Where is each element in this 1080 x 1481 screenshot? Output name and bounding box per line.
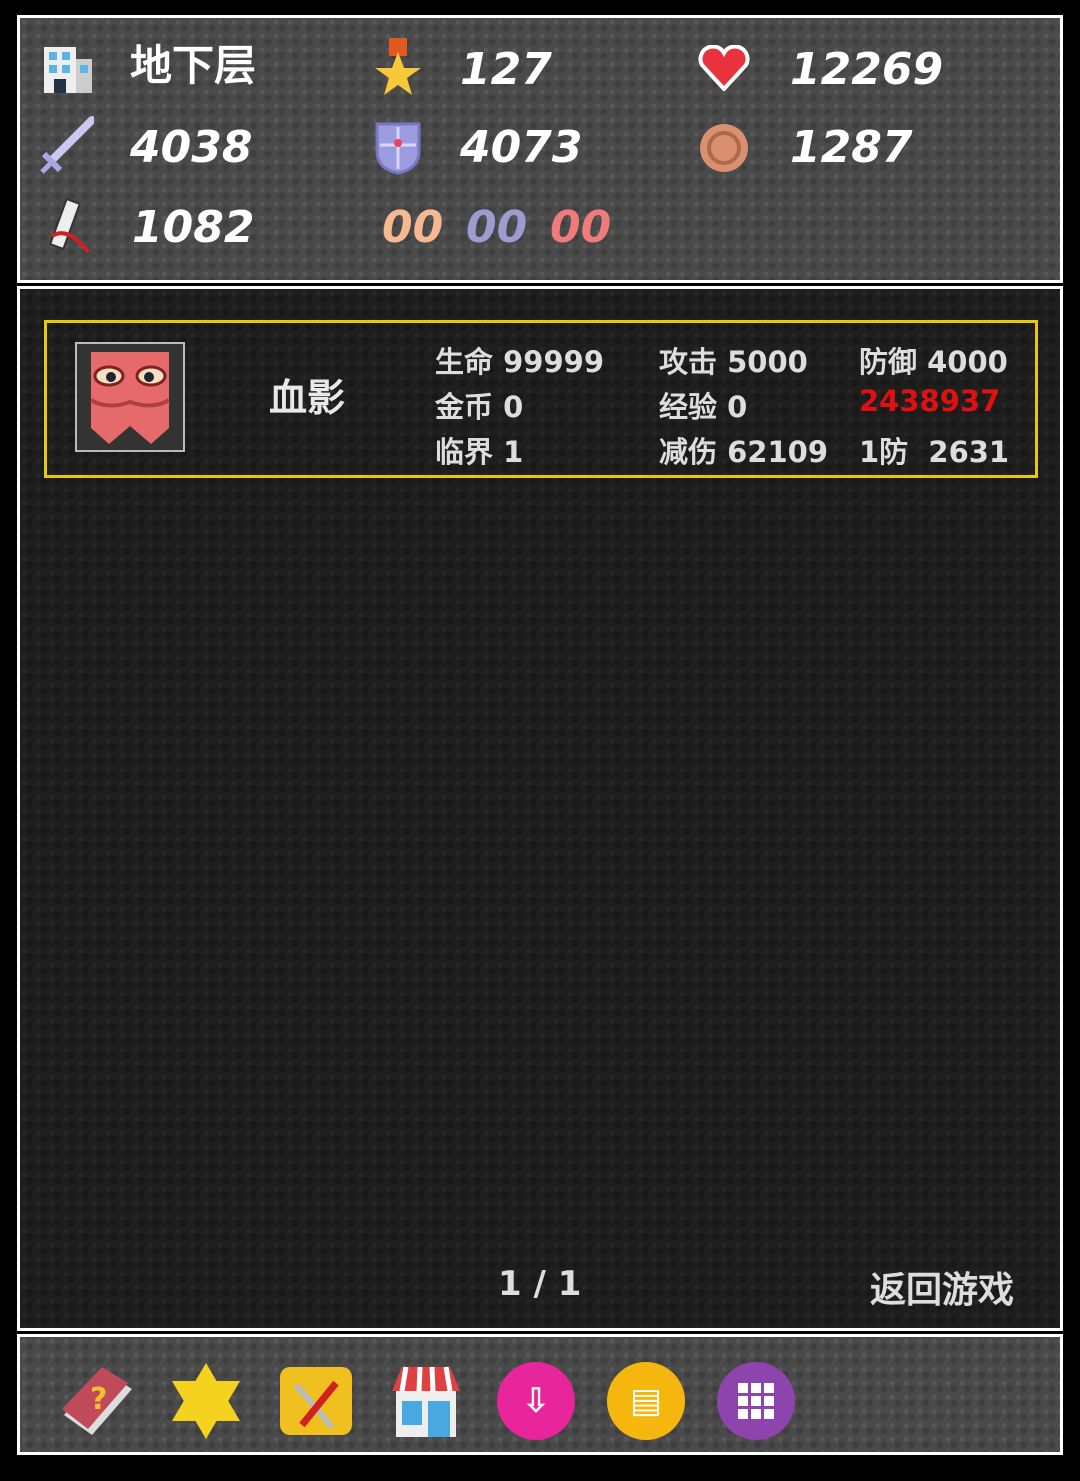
monster-one-def: 1防 2631 [859, 429, 1009, 471]
monster-critical: 临界 1 [435, 429, 523, 471]
def-label: 防御 [859, 345, 918, 379]
monster-manual: 血影 生命 99999 攻击 5000 防御 4000 金币 0 经验 0 24… [17, 286, 1063, 1331]
level-value: 127 [460, 44, 552, 95]
hp-value: 99999 [503, 345, 605, 379]
reduction-label: 减伤 [659, 435, 718, 469]
page-indicator: 1 / 1 [498, 1264, 582, 1304]
critical-value: 1 [503, 435, 524, 469]
attack-value: 4038 [130, 122, 253, 173]
floor-name: 地下层 [130, 41, 257, 90]
return-to-game-button[interactable]: 返回游戏 [870, 1261, 1014, 1313]
level-medal-icon [370, 38, 426, 96]
heart-icon [696, 40, 752, 96]
hp-label: 生命 [435, 345, 494, 379]
status-bar: 地下层 127 12269 4038 4073 1287 1082 00 00 … [17, 15, 1063, 283]
monster-hp: 生命 99999 [435, 339, 604, 381]
fly-star-icon[interactable] [166, 1361, 246, 1441]
monster-damage-reduction: 减伤 62109 [659, 429, 828, 471]
monster-entry[interactable]: 血影 生命 99999 攻击 5000 防御 4000 金币 0 经验 0 24… [44, 320, 1038, 478]
exp-label: 经验 [659, 390, 718, 424]
blue-key-count: 00 [466, 202, 528, 253]
experience-scroll-icon [38, 197, 94, 254]
gold-value: 0 [503, 390, 524, 424]
monster-exp: 经验 0 [659, 384, 747, 426]
monster-damage: 2438937 [859, 384, 1001, 418]
defense-value: 4073 [460, 122, 583, 173]
shop-icon[interactable] [386, 1361, 466, 1441]
yellow-key-count: 00 [382, 202, 444, 253]
monster-name: 血影 [269, 376, 346, 420]
svg-text:?: ? [90, 1382, 107, 1417]
red-key-count: 00 [550, 202, 612, 253]
monster-def: 防御 4000 [859, 339, 1008, 381]
monster-gold: 金币 0 [435, 384, 523, 426]
monster-portrait [75, 342, 185, 452]
hp-value: 12269 [790, 44, 944, 95]
floor-building-icon [40, 40, 96, 96]
gold-coin-icon [696, 120, 752, 176]
menu-grid-icon[interactable] [716, 1361, 796, 1441]
save-icon[interactable]: ⇩ [496, 1361, 576, 1441]
toolbar: ? ⇩ ▤ [17, 1334, 1063, 1455]
reduction-value: 62109 [727, 435, 829, 469]
exp-value: 0 [727, 390, 748, 424]
load-icon[interactable]: ▤ [606, 1361, 686, 1441]
def-value: 4000 [927, 345, 1008, 379]
critical-label: 临界 [435, 435, 494, 469]
sword-icon [38, 116, 94, 174]
experience-value: 1082 [132, 202, 255, 253]
monster-atk: 攻击 5000 [659, 339, 808, 381]
book-icon[interactable]: ? [56, 1361, 136, 1441]
one-def-value: 2631 [928, 435, 1010, 469]
gold-value: 1287 [790, 122, 913, 173]
atk-value: 5000 [727, 345, 808, 379]
one-def-label: 1防 [859, 435, 909, 469]
atk-label: 攻击 [659, 345, 718, 379]
shield-icon [370, 120, 426, 176]
gold-label: 金币 [435, 390, 494, 424]
toolbox-icon[interactable] [276, 1361, 356, 1441]
